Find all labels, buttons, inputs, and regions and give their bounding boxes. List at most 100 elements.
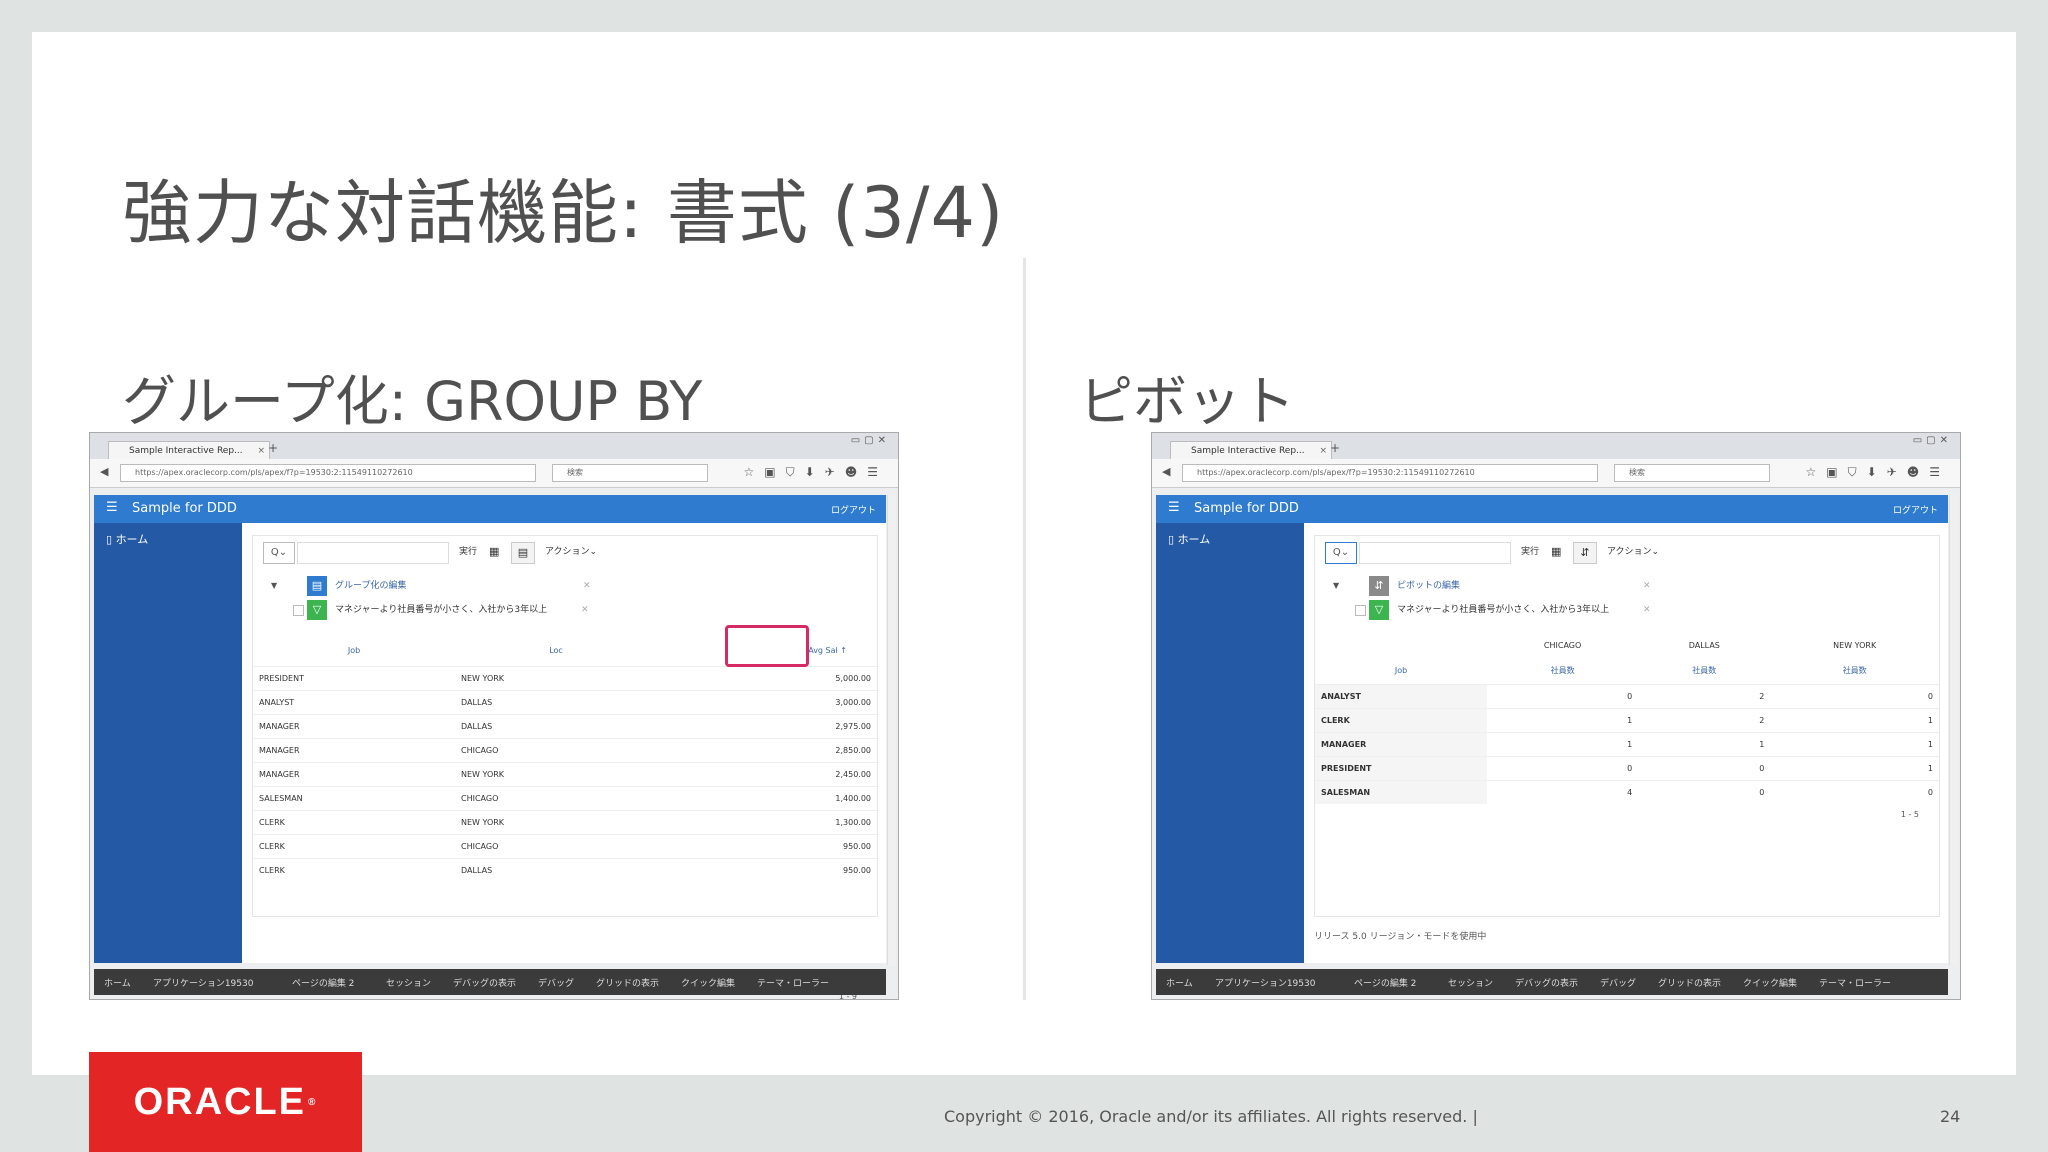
pagination: 1 - 5 — [1900, 810, 1919, 819]
groupby-view-icon[interactable]: ▤ — [511, 542, 535, 564]
devbar-item[interactable]: ホーム — [1166, 976, 1193, 989]
browser-tab[interactable]: Sample Interactive Rep... × — [108, 441, 270, 460]
devbar-item[interactable]: クイック編集 — [681, 976, 735, 989]
measure-header[interactable]: 社員数 — [1638, 658, 1770, 684]
developer-toolbar: ホーム アプリケーション19530 ページの編集 2 セッション デバッグの表示 デバッグ… — [94, 969, 886, 995]
avg-sal-cell: 2,450.00 — [657, 761, 877, 786]
column-header-job[interactable]: Job — [1315, 658, 1487, 684]
url-input[interactable]: https://apex.oraclecorp.com/pls/apex/f?p… — [1182, 464, 1598, 482]
go-button[interactable]: 実行 — [1521, 542, 1539, 562]
browser-search-input[interactable]: 検索 — [552, 464, 708, 482]
column-header-job[interactable]: Job — [253, 636, 455, 666]
table-row: MANAGER NEW YORK 2,450.00 — [253, 761, 877, 786]
report-search-input[interactable] — [297, 542, 449, 564]
report-view-icon[interactable]: ▦ — [1551, 542, 1561, 562]
devbar-item[interactable]: ページの編集 2 — [1354, 976, 1416, 989]
remove-icon[interactable]: ✕ — [583, 576, 591, 596]
menu-icon[interactable]: ☰ — [1168, 500, 1180, 515]
search-icon[interactable]: Q⌄ — [1325, 542, 1357, 564]
count-cell: 1 — [1487, 707, 1639, 732]
go-button[interactable]: 実行 — [459, 542, 477, 562]
report-search-input[interactable] — [1359, 542, 1511, 564]
column-header-label: Avg Sal — [808, 646, 838, 656]
devbar-item[interactable]: セッション — [1448, 976, 1493, 989]
table-row: ANALYST DALLAS 3,000.00 — [253, 689, 877, 714]
table-row: MANAGER CHICAGO 2,850.00 — [253, 737, 877, 762]
new-tab-button[interactable]: + — [1330, 441, 1340, 455]
filter-checkbox[interactable] — [1355, 605, 1366, 616]
edit-groupby-link[interactable]: グループ化の編集 — [335, 576, 406, 596]
devbar-item[interactable]: グリッドの表示 — [596, 976, 659, 989]
window-controls-icon[interactable]: ▭▢✕ — [851, 435, 890, 446]
job-cell: ANALYST — [1315, 683, 1487, 708]
new-tab-button[interactable]: + — [268, 441, 278, 455]
app-title[interactable]: Sample for DDD — [132, 501, 237, 516]
avg-sal-cell: 950.00 — [657, 857, 877, 882]
report-view-icon[interactable]: ▦ — [489, 542, 499, 562]
back-icon[interactable]: ◀ — [1162, 465, 1170, 478]
devbar-item[interactable]: デバッグの表示 — [453, 976, 516, 989]
app-header: ☰ Sample for DDD ログアウト — [94, 495, 886, 523]
devbar-item[interactable]: デバッグの表示 — [1515, 976, 1578, 989]
pivot-view-icon[interactable]: ⇵ — [1573, 542, 1597, 564]
measure-header[interactable]: 社員数 — [1487, 658, 1638, 684]
table-row: PRESIDENT NEW YORK 5,000.00 — [253, 665, 877, 690]
browser-search-input[interactable]: 検索 — [1614, 464, 1770, 482]
pivot-table-body: ANALYST 0 2 0 CLERK 1 2 1 MANAGER 1 1 1 PRESIDENT 0 0 1… — [1315, 683, 1939, 804]
scrollbar[interactable] — [1949, 495, 1958, 965]
edit-pivot-link[interactable]: ピボットの編集 — [1397, 576, 1460, 596]
devbar-item[interactable]: セッション — [386, 976, 431, 989]
back-icon[interactable]: ◀ — [100, 465, 108, 478]
devbar-item[interactable]: デバッグ — [1600, 976, 1636, 989]
remove-filter-icon[interactable]: ✕ — [1643, 600, 1651, 620]
window-controls-icon[interactable]: ▭▢✕ — [1913, 435, 1952, 446]
main-content: Q⌄ 実行 ▦ ⇵ アクション⌄ ▼ ⇵ ピボットの編集 ✕ ▽ マネジャーより… — [1304, 523, 1948, 963]
left-subtitle: グループ化: GROUP BY — [122, 370, 703, 433]
job-cell: MANAGER — [253, 761, 455, 786]
close-icon[interactable]: × — [1319, 442, 1327, 460]
filter-condition[interactable]: マネジャーより社員番号が小さく、入社から3年以上 — [335, 600, 547, 620]
devbar-item[interactable]: アプリケーション19530 — [1215, 976, 1315, 989]
actions-menu-button[interactable]: アクション⌄ — [1607, 542, 1659, 562]
actions-menu-button[interactable]: アクション⌄ — [545, 542, 597, 562]
logout-link[interactable]: ログアウト — [831, 503, 876, 516]
logout-link[interactable]: ログアウト — [1893, 503, 1938, 516]
devbar-item[interactable]: テーマ・ローラー — [1819, 976, 1891, 989]
filter-checkbox[interactable] — [293, 605, 304, 616]
close-icon[interactable]: × — [257, 442, 265, 460]
devbar-item[interactable]: ページの編集 2 — [292, 976, 354, 989]
search-icon[interactable]: Q⌄ — [263, 542, 295, 564]
count-cell: 0 — [1487, 683, 1639, 708]
browser-toolbar-icons[interactable]: ☆▣⛉⬇✈☻☰ — [1806, 465, 1950, 480]
url-input[interactable]: https://apex.oraclecorp.com/pls/apex/f?p… — [120, 464, 536, 482]
table-row: MANAGER 1 1 1 — [1315, 731, 1939, 756]
scrollbar[interactable] — [887, 495, 896, 965]
collapse-icon[interactable]: ▼ — [271, 576, 277, 596]
filter-condition[interactable]: マネジャーより社員番号が小さく、入社から3年以上 — [1397, 600, 1609, 620]
table-row: CLERK 1 2 1 — [1315, 707, 1939, 732]
devbar-item[interactable]: アプリケーション19530 — [153, 976, 253, 989]
developer-toolbar: ホーム アプリケーション19530 ページの編集 2 セッション デバッグの表示 デバッグ… — [1156, 969, 1948, 995]
browser-tab[interactable]: Sample Interactive Rep... × — [1170, 441, 1332, 460]
devbar-item[interactable]: クイック編集 — [1743, 976, 1797, 989]
devbar-item[interactable]: グリッドの表示 — [1658, 976, 1721, 989]
app-title[interactable]: Sample for DDD — [1194, 501, 1299, 516]
app-header: ☰ Sample for DDD ログアウト — [1156, 495, 1948, 523]
sidebar-item-home[interactable]: ▯ ホーム — [106, 531, 148, 547]
groupby-table: Job Loc Avg Sal ↑ PRESIDENT NEW YORK 5,000… — [253, 636, 877, 882]
collapse-icon[interactable]: ▼ — [1333, 576, 1339, 596]
measure-header[interactable]: 社員数 — [1770, 658, 1939, 684]
column-header-loc[interactable]: Loc — [455, 636, 657, 666]
devbar-item[interactable]: ホーム — [104, 976, 131, 989]
groupby-table-body: PRESIDENT NEW YORK 5,000.00 ANALYST DALLAS 3,… — [253, 665, 877, 882]
browser-toolbar-icons[interactable]: ☆▣⛉⬇✈☻☰ — [744, 465, 888, 480]
remove-filter-icon[interactable]: ✕ — [581, 600, 589, 620]
avg-sal-cell: 1,300.00 — [657, 809, 877, 834]
devbar-item[interactable]: テーマ・ローラー — [757, 976, 829, 989]
sidebar-item-home[interactable]: ▯ ホーム — [1168, 531, 1210, 547]
menu-icon[interactable]: ☰ — [106, 500, 118, 515]
filter-row: ▽ マネジャーより社員番号が小さく、入社から3年以上 ✕ — [1325, 600, 1925, 620]
table-row: CLERK NEW YORK 1,300.00 — [253, 809, 877, 834]
devbar-item[interactable]: デバッグ — [538, 976, 574, 989]
remove-icon[interactable]: ✕ — [1643, 576, 1651, 596]
